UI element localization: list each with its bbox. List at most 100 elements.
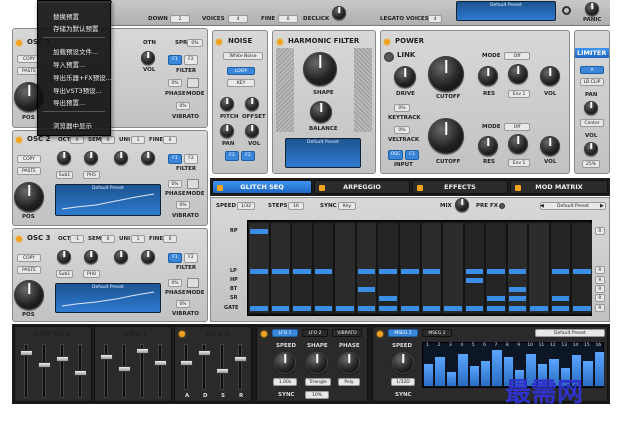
osc1-f2-button[interactable]: F2: [184, 55, 198, 65]
menu-item-replace[interactable]: 替换预置: [53, 11, 79, 21]
glitch-step-block[interactable]: [422, 269, 441, 274]
glitch-step-column[interactable]: [249, 223, 269, 313]
noise-pitch-knob[interactable]: [220, 97, 234, 111]
glitch-step-block[interactable]: [293, 306, 311, 311]
glitch-step-column[interactable]: [335, 223, 355, 313]
glitch-step-block[interactable]: [400, 306, 419, 311]
osc3-f1-button[interactable]: F1: [168, 253, 182, 263]
amp-env-s-fader[interactable]: [60, 344, 64, 398]
noise-key-button[interactable]: KEY: [227, 79, 255, 87]
lfo-power-led[interactable]: [261, 331, 267, 337]
mseg-preset-select[interactable]: Default Preset: [535, 329, 605, 337]
down-value[interactable]: 2: [170, 15, 190, 23]
noise-offset-knob[interactable]: [245, 97, 259, 111]
osc1-rnd-value[interactable]: 0%: [176, 102, 190, 110]
glitch-step-column[interactable]: [356, 223, 377, 313]
tab-mod-matrix[interactable]: MOD MATRIX: [510, 180, 608, 194]
power-env-select[interactable]: Env 1: [508, 90, 530, 98]
glitch-step-block[interactable]: [487, 296, 505, 301]
env2-a-fader[interactable]: [184, 344, 188, 390]
glitch-step-block[interactable]: [422, 306, 441, 311]
mseg-step-bar[interactable]: [583, 361, 593, 386]
osc3-sem-value[interactable]: 0: [101, 235, 115, 243]
glitch-rp-reset[interactable]: R: [595, 227, 605, 235]
glitch-step-block[interactable]: [573, 269, 591, 274]
glitch-step-block[interactable]: [465, 306, 484, 311]
osc2-rnd-value[interactable]: 0%: [176, 201, 190, 209]
limiter-clip-button[interactable]: LB CLIP: [580, 78, 604, 86]
glitch-step-block[interactable]: [250, 269, 268, 274]
glitch-step-block[interactable]: [573, 306, 591, 311]
legato-voices-value[interactable]: 4: [428, 15, 442, 23]
glitch-step-column[interactable]: [572, 223, 592, 313]
noise-power-led[interactable]: [216, 39, 222, 45]
osc1-spr-value[interactable]: 0%: [187, 39, 203, 47]
osc3-paste-button[interactable]: PASTE: [17, 266, 41, 274]
power-vol-knob[interactable]: [540, 66, 560, 86]
tab-arpeggio[interactable]: ARPEGGIO: [314, 180, 410, 194]
tab-mseg1[interactable]: MSEG 1: [388, 329, 418, 337]
osc2-b-knob[interactable]: [84, 151, 98, 165]
power-env-knob[interactable]: [508, 64, 528, 84]
tab-glitch-seq[interactable]: GLITCH SEQ: [212, 180, 312, 194]
mseg-step-bar[interactable]: [424, 364, 434, 386]
osc3-pos-knob[interactable]: [14, 280, 44, 310]
osc3-wavetable-display[interactable]: Default Preset: [55, 283, 161, 313]
osc2-fine-value[interactable]: 0: [163, 136, 177, 144]
osc3-rnd-value[interactable]: 0%: [176, 300, 190, 308]
tab-effects[interactable]: EFFECTS: [412, 180, 508, 194]
limiter-vol-knob[interactable]: [584, 142, 598, 156]
osc2-uni-value[interactable]: 1: [131, 136, 145, 144]
glitch-step-column[interactable]: [529, 223, 549, 313]
osc2-wavetable-display[interactable]: Default Preset: [55, 184, 161, 216]
power-link-led[interactable]: [384, 52, 394, 62]
glitch-prefx-led[interactable]: [499, 203, 505, 209]
power-vol2-knob[interactable]: [540, 136, 560, 156]
glitch-step-block[interactable]: [271, 269, 290, 274]
glitch-step-block[interactable]: [293, 269, 311, 274]
harmonic-display[interactable]: Default Preset: [285, 138, 361, 168]
osc3-uni-value[interactable]: 1: [131, 235, 145, 243]
glitch-step-grid[interactable]: [247, 220, 592, 316]
harmonic-power-led[interactable]: [277, 39, 283, 45]
glitch-step-column[interactable]: [399, 223, 420, 313]
osc2-sem-value[interactable]: 0: [101, 136, 115, 144]
glitch-steps-value[interactable]: 16: [288, 202, 304, 210]
osc2-copy-button[interactable]: COPY: [17, 155, 41, 163]
env1-r-handle[interactable]: [154, 360, 167, 366]
osc2-oct-value[interactable]: 0: [70, 136, 84, 144]
osc2-wt-knob[interactable]: [57, 151, 71, 165]
osc3-sub-button[interactable]: Sub1: [56, 270, 73, 278]
env1-r-fader[interactable]: [158, 344, 162, 398]
amp-env-s-handle[interactable]: [56, 356, 69, 362]
glitch-preset-select[interactable]: Default Preset: [540, 202, 606, 210]
top-preset-display[interactable]: Default Preset: [456, 1, 556, 21]
glitch-step-block[interactable]: [314, 306, 333, 311]
power-mode2-select[interactable]: Off: [504, 123, 530, 131]
tab-mseg2[interactable]: MSEG 2: [422, 329, 452, 337]
osc2-mode-toggle[interactable]: [187, 179, 199, 189]
glitch-speed-value[interactable]: 1/32: [237, 202, 255, 210]
tab-vibrato[interactable]: VIBRATO: [332, 329, 362, 337]
tab-lfo2[interactable]: LFO 2: [302, 329, 328, 337]
noise-pan-knob[interactable]: [220, 124, 234, 138]
osc2-pan-knob[interactable]: [114, 151, 128, 165]
lfo-shape-knob[interactable]: [306, 352, 328, 374]
power-osc-button[interactable]: OSC: [388, 150, 403, 160]
glitch-step-block[interactable]: [508, 269, 527, 274]
harmonic-balance-knob[interactable]: [310, 101, 332, 123]
power-cutoff-knob[interactable]: [428, 56, 464, 92]
fine-value[interactable]: 0: [278, 15, 298, 23]
mseg-step-bar[interactable]: [480, 361, 491, 386]
noise-type-select[interactable]: White Noise: [223, 52, 263, 60]
osc2-f1-button[interactable]: F1: [168, 154, 182, 164]
glitch-step-block[interactable]: [487, 269, 505, 274]
env1-a-fader[interactable]: [104, 344, 108, 398]
glitch-step-block[interactable]: [314, 269, 333, 274]
mseg-step-bar[interactable]: [492, 350, 502, 386]
glitch-step-block[interactable]: [508, 287, 527, 292]
lfo-speed-value[interactable]: 1.00s: [273, 378, 297, 386]
osc2-ph-button[interactable]: PH5: [83, 171, 100, 179]
glitch-step-block[interactable]: [508, 306, 527, 311]
glitch-prev-preset-icon[interactable]: ◀: [540, 202, 546, 210]
